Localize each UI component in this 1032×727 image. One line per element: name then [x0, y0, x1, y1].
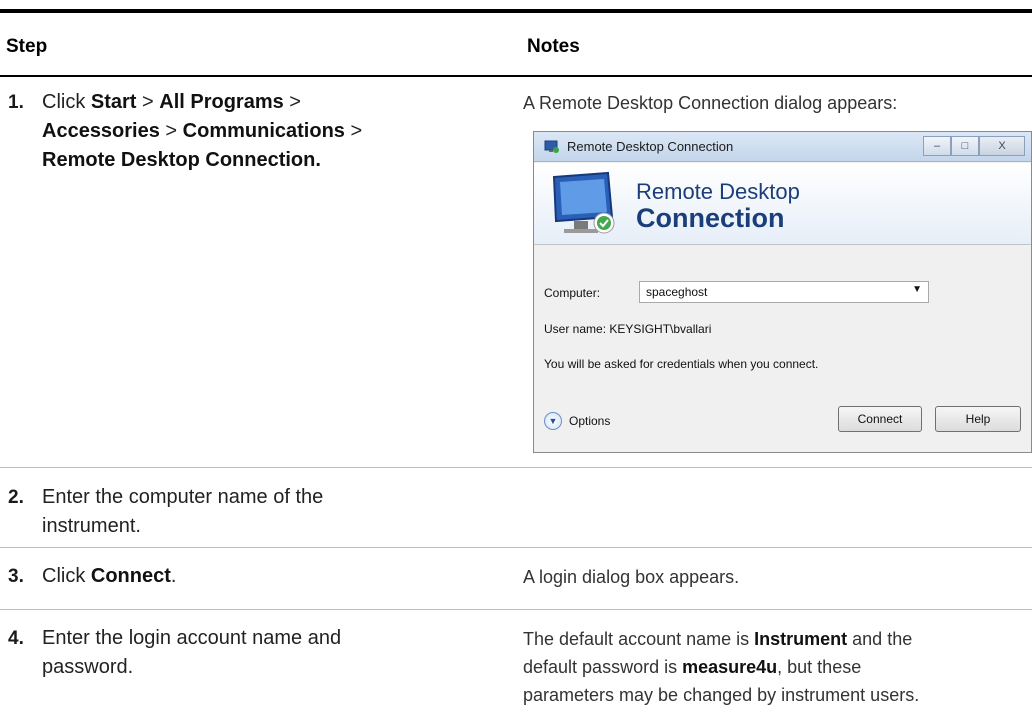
- options-link[interactable]: Options: [569, 414, 610, 428]
- step-number: 2.: [8, 487, 24, 508]
- menu-communications: Communications: [182, 120, 345, 142]
- dialog-banner: Remote Desktop Connection: [534, 163, 1031, 245]
- step-4-line2: password.: [42, 656, 134, 678]
- step-1-text: Click Start > All Programs > Accessories…: [42, 88, 362, 175]
- banner-title-line1: Remote Desktop: [636, 179, 800, 204]
- header-rule: [0, 75, 1032, 77]
- step-4-note-part: and the: [847, 629, 913, 649]
- step-1-separator: >: [136, 91, 160, 113]
- step-4-note-part: The default account name is: [523, 629, 755, 649]
- row-divider: [0, 467, 1032, 468]
- menu-remote-desktop-connection: Remote Desktop Connection.: [42, 149, 321, 171]
- step-3-prefix: Click: [42, 565, 91, 587]
- step-4-note-part: parameters may be changed by instrument …: [523, 685, 920, 705]
- step-4-note-part: , but these: [777, 657, 862, 677]
- step-number: 4.: [8, 628, 24, 649]
- dialog-title: Remote Desktop Connection: [567, 139, 734, 154]
- step-2-line2: instrument.: [42, 515, 141, 537]
- step-1-text-part: Click: [42, 91, 91, 113]
- dialog-titlebar: Remote Desktop Connection – □ X: [534, 132, 1031, 162]
- row-divider: [0, 547, 1032, 548]
- step-2-text: Enter the computer name of the instrumen…: [42, 483, 323, 541]
- column-header-step: Step: [6, 36, 48, 57]
- step-4-line1: Enter the login account name and: [42, 627, 342, 649]
- username-text: User name: KEYSIGHT\bvallari: [544, 322, 712, 336]
- maximize-button[interactable]: □: [951, 136, 979, 156]
- window-controls: – □ X: [923, 136, 1025, 158]
- step-1-separator: >: [283, 91, 301, 113]
- computer-combobox[interactable]: spaceghost ▼: [639, 281, 929, 303]
- menu-all-programs: All Programs: [159, 91, 284, 113]
- step-3-text: Click Connect.: [42, 562, 176, 591]
- step-4-text: Enter the login account name and passwor…: [42, 624, 341, 682]
- minimize-button[interactable]: –: [923, 136, 951, 156]
- row-divider: [0, 609, 1032, 610]
- computer-label: Computer:: [544, 286, 601, 300]
- credentials-notice: You will be asked for credentials when y…: [544, 357, 819, 371]
- step-number: 1.: [8, 92, 24, 113]
- step-3-connect: Connect: [90, 565, 171, 587]
- default-account-name: Instrument: [754, 629, 848, 649]
- step-3-note: A login dialog box appears.: [523, 567, 740, 587]
- menu-accessories: Accessories: [42, 120, 160, 142]
- banner-title-line2: Connection: [636, 203, 785, 233]
- top-rule: [0, 9, 1032, 13]
- menu-start: Start: [90, 91, 137, 113]
- step-1-note: A Remote Desktop Connection dialog appea…: [523, 93, 898, 113]
- default-password: measure4u: [682, 657, 778, 677]
- step-1-separator: >: [159, 120, 183, 142]
- monitor-icon: [552, 171, 615, 234]
- column-header-notes: Notes: [527, 36, 580, 57]
- step-4-note: The default account name is Instrument a…: [523, 625, 919, 709]
- chevron-down-icon[interactable]: ▼: [912, 284, 922, 295]
- step-1-separator: >: [344, 120, 363, 142]
- remote-desktop-icon: [544, 140, 559, 153]
- help-button[interactable]: Help: [935, 406, 1021, 432]
- options-expand-icon[interactable]: ▼: [544, 412, 562, 430]
- computer-value: spaceghost: [646, 285, 708, 299]
- step-number: 3.: [8, 566, 24, 587]
- close-button[interactable]: X: [979, 136, 1025, 156]
- step-4-note-part: default password is: [523, 657, 683, 677]
- step-3-suffix: .: [170, 565, 177, 587]
- remote-desktop-dialog-screenshot: Remote Desktop Connection – □ X Remote D…: [533, 131, 1032, 453]
- connect-button[interactable]: Connect: [838, 406, 922, 432]
- step-2-line1: Enter the computer name of the: [42, 486, 324, 508]
